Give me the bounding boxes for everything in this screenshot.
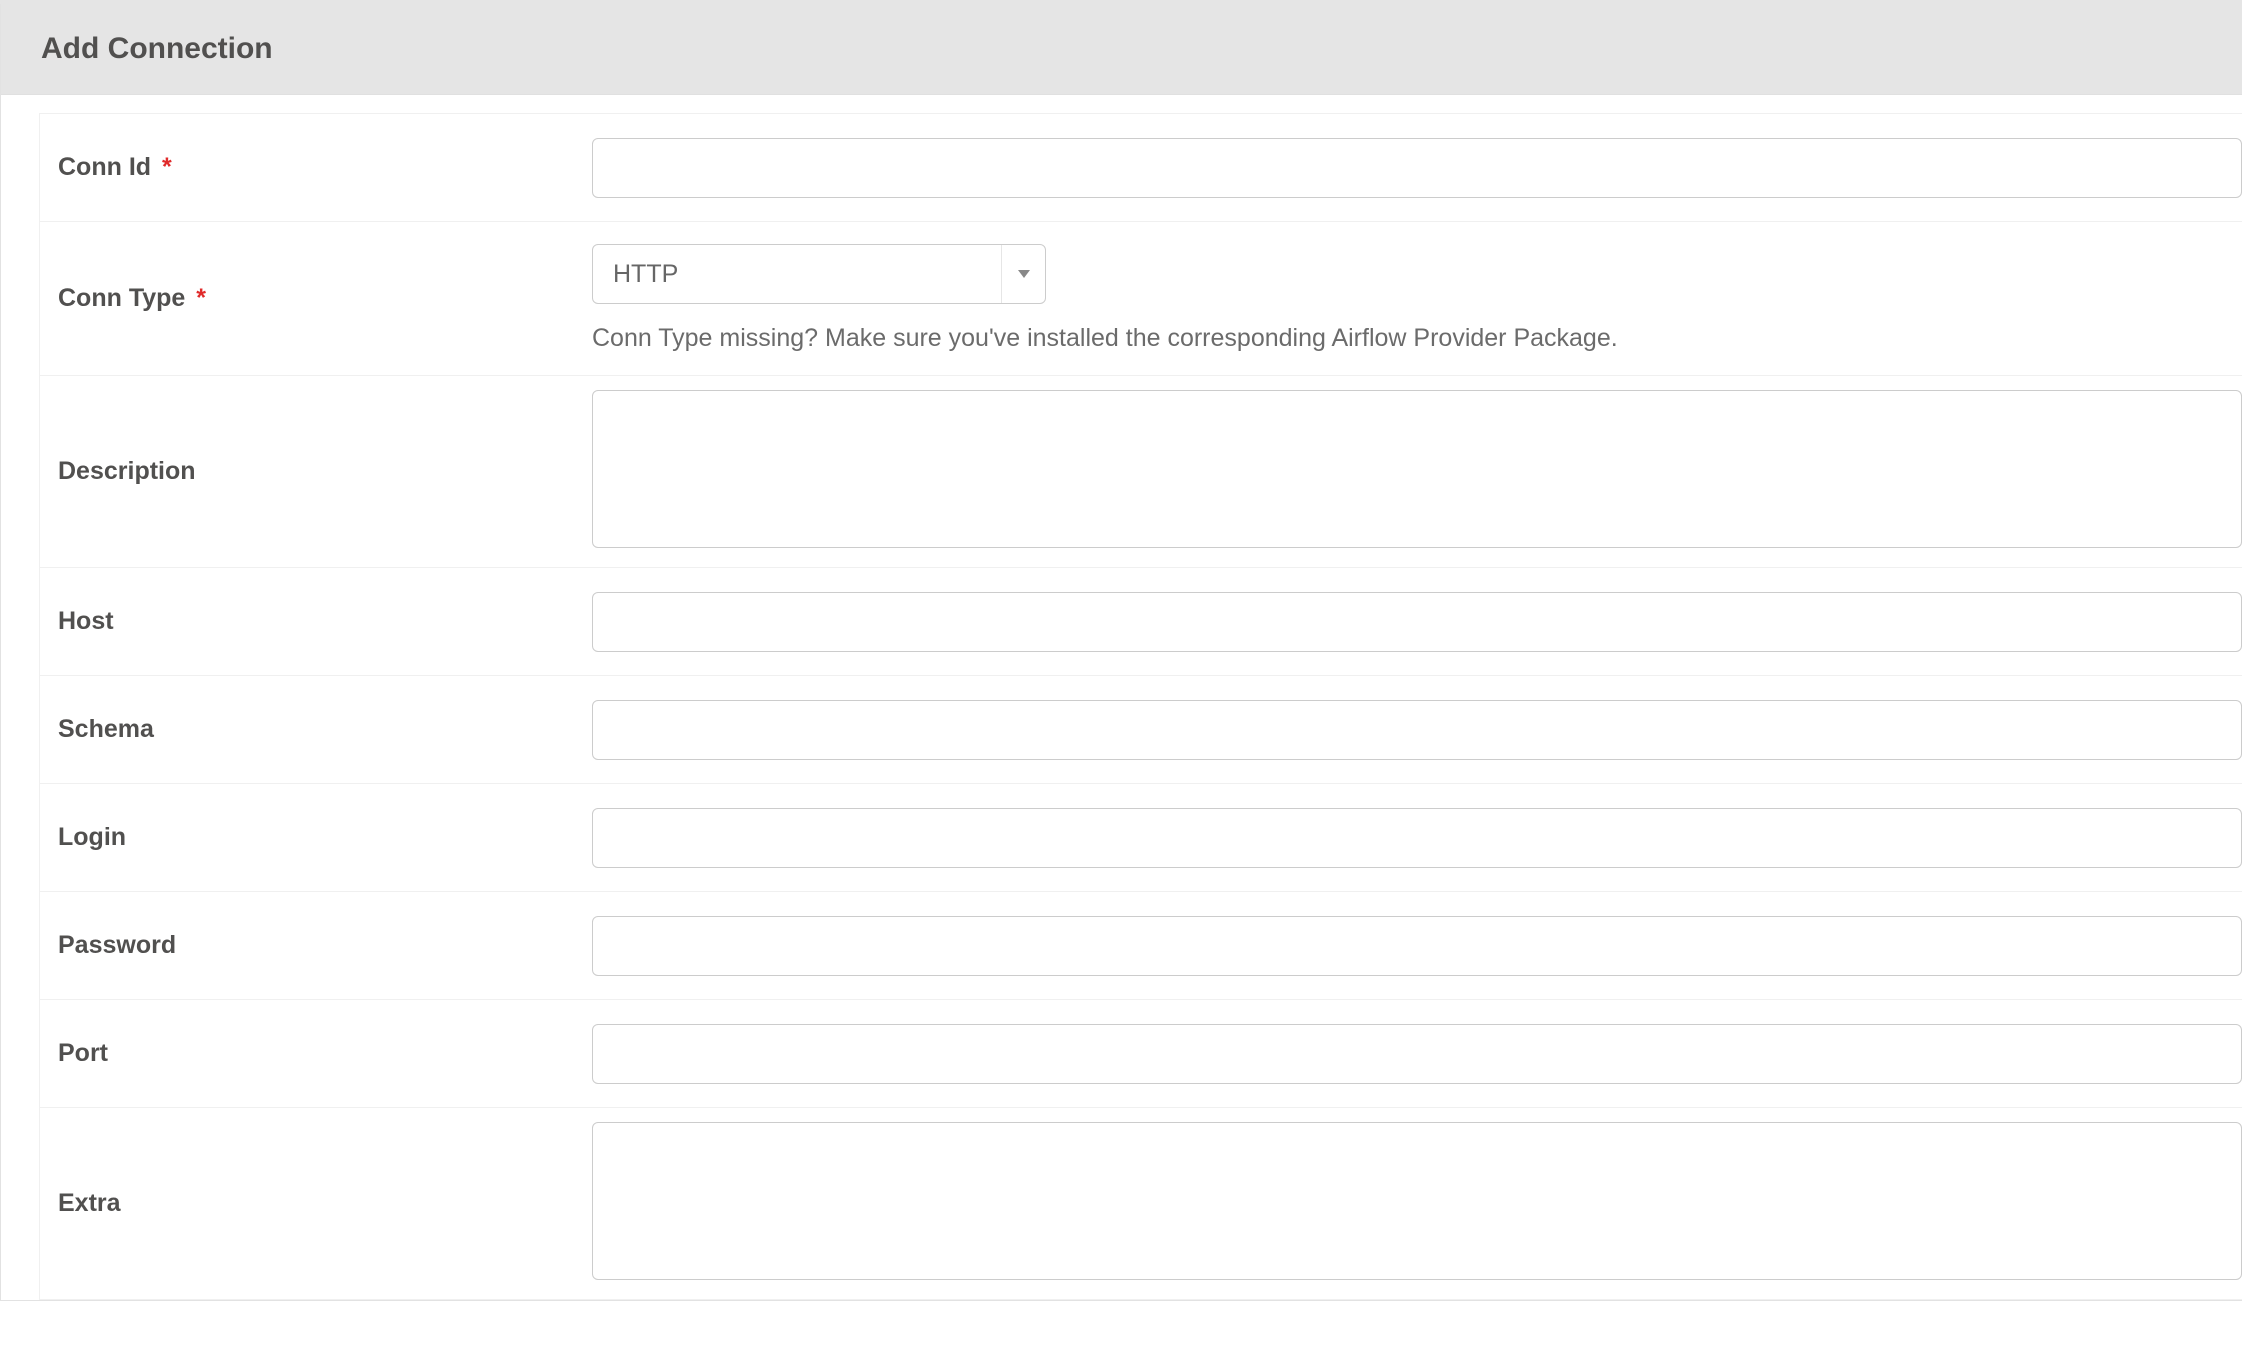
schema-input[interactable] — [592, 700, 2242, 760]
port-input[interactable] — [592, 1024, 2242, 1084]
label-conn-type: Conn Type * — [40, 284, 592, 313]
row-schema: Schema — [40, 676, 2242, 784]
panel-header: Add Connection — [1, 4, 2242, 95]
row-password: Password — [40, 892, 2242, 1000]
row-port: Port — [40, 1000, 2242, 1108]
label-password: Password — [40, 931, 592, 960]
conn-id-input[interactable] — [592, 138, 2242, 198]
conn-type-select[interactable]: HTTP — [592, 244, 1046, 304]
field-conn-id — [592, 124, 2242, 212]
field-extra — [592, 1108, 2242, 1299]
required-marker: * — [192, 284, 206, 312]
page-title: Add Connection — [41, 32, 2202, 66]
login-input[interactable] — [592, 808, 2242, 868]
row-conn-type: Conn Type * HTTP Conn Type missing? Make… — [40, 222, 2242, 376]
host-input[interactable] — [592, 592, 2242, 652]
password-input[interactable] — [592, 916, 2242, 976]
description-input[interactable] — [592, 390, 2242, 548]
row-conn-id: Conn Id * — [40, 114, 2242, 222]
extra-input[interactable] — [592, 1122, 2242, 1280]
field-schema — [592, 686, 2242, 774]
field-host — [592, 578, 2242, 666]
chevron-down-icon — [1001, 245, 1045, 303]
label-extra: Extra — [40, 1189, 592, 1218]
field-port — [592, 1010, 2242, 1098]
connection-form: Conn Id * Conn Type * HTTP — [39, 113, 2242, 1300]
field-password — [592, 902, 2242, 990]
row-extra: Extra — [40, 1108, 2242, 1300]
field-description — [592, 376, 2242, 567]
add-connection-panel: Add Connection Conn Id * Conn Type * — [0, 4, 2242, 1301]
conn-type-selected-value: HTTP — [593, 260, 1001, 289]
label-conn-id: Conn Id * — [40, 153, 592, 182]
row-login: Login — [40, 784, 2242, 892]
label-conn-type-text: Conn Type — [58, 284, 185, 312]
row-host: Host — [40, 568, 2242, 676]
label-host: Host — [40, 607, 592, 636]
label-description: Description — [40, 457, 592, 486]
field-login — [592, 794, 2242, 882]
page-root: Add Connection Conn Id * Conn Type * — [0, 0, 2242, 1301]
field-conn-type: HTTP Conn Type missing? Make sure you've… — [592, 222, 2242, 375]
row-description: Description — [40, 376, 2242, 568]
conn-type-select-wrap: HTTP Conn Type missing? Make sure you've… — [592, 244, 2242, 353]
label-login: Login — [40, 823, 592, 852]
conn-type-helper-text: Conn Type missing? Make sure you've inst… — [592, 324, 2242, 353]
required-marker: * — [158, 153, 172, 181]
label-conn-id-text: Conn Id — [58, 153, 151, 181]
label-port: Port — [40, 1039, 592, 1068]
label-schema: Schema — [40, 715, 592, 744]
